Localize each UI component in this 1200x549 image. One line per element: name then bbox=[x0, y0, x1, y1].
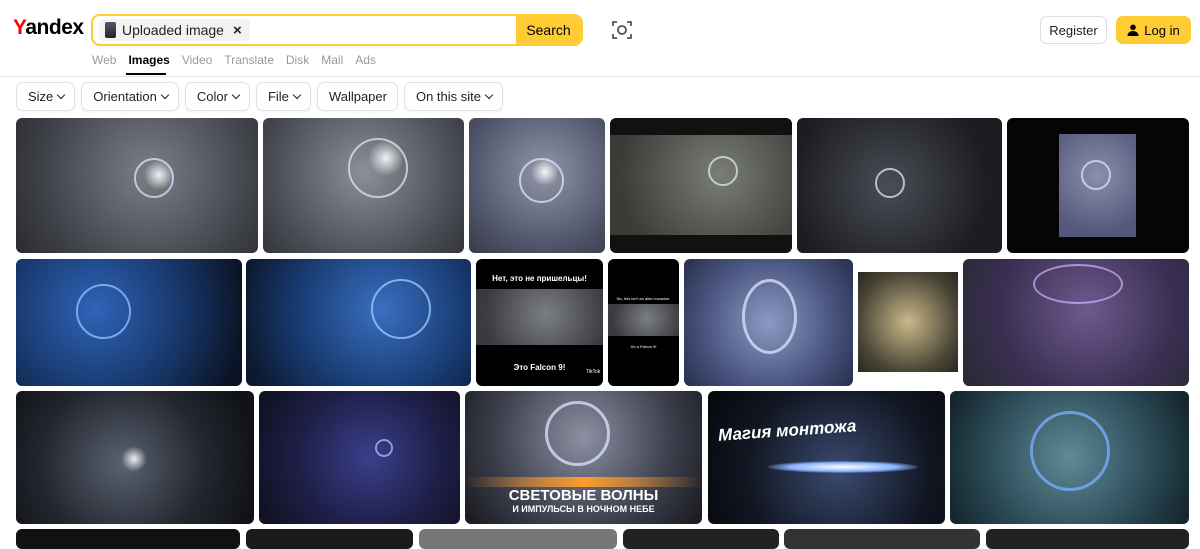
filter-label: Size bbox=[28, 89, 54, 104]
filter-label: On this site bbox=[415, 89, 481, 104]
chevron-down-icon bbox=[484, 90, 494, 100]
light-glow bbox=[368, 140, 404, 176]
result-image[interactable] bbox=[784, 529, 980, 549]
tab-disk[interactable]: Disk bbox=[286, 53, 309, 67]
video-frame bbox=[858, 272, 958, 372]
result-image[interactable] bbox=[263, 118, 464, 253]
header-divider bbox=[0, 76, 1200, 77]
caption-line-2: И ИМПУЛЬСЫ В НОЧНОМ НЕБЕ bbox=[512, 504, 655, 514]
filter-color[interactable]: Color bbox=[184, 82, 250, 111]
result-image[interactable] bbox=[246, 529, 413, 549]
filter-wallpaper[interactable]: Wallpaper bbox=[316, 82, 398, 111]
chevron-down-icon bbox=[160, 90, 170, 100]
fire-band bbox=[465, 477, 702, 487]
light-spiral bbox=[1081, 160, 1111, 190]
result-image[interactable] bbox=[950, 391, 1189, 524]
filter-label: Orientation bbox=[93, 89, 157, 104]
service-tabs: Web Images Video Translate Disk Mail Ads bbox=[92, 53, 376, 75]
yandex-logo[interactable]: Yandex bbox=[13, 16, 84, 40]
chevron-down-icon bbox=[231, 90, 241, 100]
caption-top: No, this isn't an alien invasion. bbox=[616, 296, 671, 301]
result-image[interactable] bbox=[259, 391, 460, 524]
light-spiral bbox=[875, 168, 905, 198]
result-image[interactable] bbox=[16, 529, 240, 549]
tab-video[interactable]: Video bbox=[182, 53, 212, 67]
caption-bottom: Это Falcon 9! bbox=[513, 363, 566, 372]
result-image[interactable] bbox=[419, 529, 617, 549]
logo-rest: andex bbox=[25, 16, 84, 39]
result-image[interactable] bbox=[623, 529, 779, 549]
tab-ads[interactable]: Ads bbox=[355, 53, 376, 67]
video-frame bbox=[610, 135, 792, 235]
lightning bbox=[768, 461, 918, 473]
result-image[interactable]: No, this isn't an alien invasion. It's a… bbox=[608, 259, 679, 386]
search-button[interactable]: Search bbox=[516, 16, 581, 44]
light-spiral bbox=[371, 279, 431, 339]
result-image[interactable] bbox=[16, 118, 258, 253]
register-button[interactable]: Register bbox=[1040, 16, 1107, 44]
result-image[interactable] bbox=[469, 118, 605, 253]
filter-orientation[interactable]: Orientation bbox=[81, 82, 179, 111]
filter-on-this-site[interactable]: On this site bbox=[403, 82, 503, 111]
uploaded-image-thumbnail bbox=[105, 22, 116, 38]
active-tab-indicator bbox=[126, 73, 166, 75]
uploaded-image-chip[interactable]: Uploaded image × bbox=[99, 19, 250, 41]
tiktok-badge: TikTok bbox=[586, 369, 601, 375]
result-image[interactable] bbox=[16, 391, 254, 524]
video-frame bbox=[608, 304, 679, 336]
tab-web[interactable]: Web bbox=[92, 53, 116, 67]
caption-top: Нет, это не пришельцы! bbox=[492, 274, 587, 283]
result-image[interactable] bbox=[797, 118, 1002, 253]
filter-label: Color bbox=[196, 89, 228, 104]
camera-search-icon[interactable] bbox=[611, 19, 633, 41]
filter-label: Wallpaper bbox=[328, 89, 387, 104]
result-image[interactable] bbox=[610, 118, 792, 253]
login-label: Log in bbox=[1144, 22, 1180, 38]
caption-magic: Магия монтожа bbox=[717, 416, 857, 445]
result-image[interactable] bbox=[963, 259, 1189, 386]
search-box[interactable]: Uploaded image × Search bbox=[91, 14, 583, 46]
chevron-down-icon bbox=[292, 90, 302, 100]
filter-size[interactable]: Size bbox=[16, 82, 76, 111]
light-spiral bbox=[1033, 264, 1123, 304]
light-spiral bbox=[76, 284, 131, 339]
filter-label: File bbox=[267, 89, 289, 104]
result-image[interactable] bbox=[684, 259, 853, 386]
light-glow bbox=[144, 160, 174, 190]
result-image[interactable]: Нет, это не пришельцы! Это Falcon 9! Tik… bbox=[476, 259, 603, 386]
light-spiral bbox=[742, 279, 797, 354]
light-spiral bbox=[375, 439, 393, 457]
video-frame bbox=[476, 289, 603, 345]
light-glow bbox=[121, 446, 147, 472]
filter-file[interactable]: File bbox=[255, 82, 311, 111]
result-image[interactable]: СВЕТОВЫЕ ВОЛНЫ И ИМПУЛЬСЫ В НОЧНОМ НЕБЕ bbox=[465, 391, 702, 524]
filter-bar: Size Orientation Color File Wallpaper On… bbox=[16, 82, 503, 111]
caption-line-1: СВЕТОВЫЕ ВОЛНЫ bbox=[508, 487, 659, 504]
light-spiral bbox=[545, 401, 610, 466]
light-glow bbox=[531, 158, 559, 186]
result-image[interactable] bbox=[1007, 118, 1189, 253]
tab-mail[interactable]: Mail bbox=[321, 53, 343, 67]
result-image[interactable] bbox=[858, 259, 958, 386]
header: Yandex Uploaded image × Search Web Image… bbox=[0, 0, 1200, 76]
uploaded-image-label: Uploaded image bbox=[122, 22, 224, 38]
result-image[interactable]: Магия монтожа bbox=[708, 391, 945, 524]
result-image[interactable] bbox=[16, 259, 242, 386]
user-icon bbox=[1127, 24, 1139, 36]
login-button[interactable]: Log in bbox=[1116, 16, 1191, 44]
result-image[interactable] bbox=[986, 529, 1189, 549]
caption-bottom: It's a Falcon 9! bbox=[630, 344, 657, 349]
close-icon[interactable]: × bbox=[233, 22, 242, 39]
tab-images[interactable]: Images bbox=[128, 53, 169, 67]
result-image[interactable] bbox=[246, 259, 471, 386]
light-spiral bbox=[708, 156, 738, 186]
light-spiral bbox=[1030, 411, 1110, 491]
tab-translate[interactable]: Translate bbox=[224, 53, 274, 67]
chevron-down-icon bbox=[57, 90, 66, 100]
